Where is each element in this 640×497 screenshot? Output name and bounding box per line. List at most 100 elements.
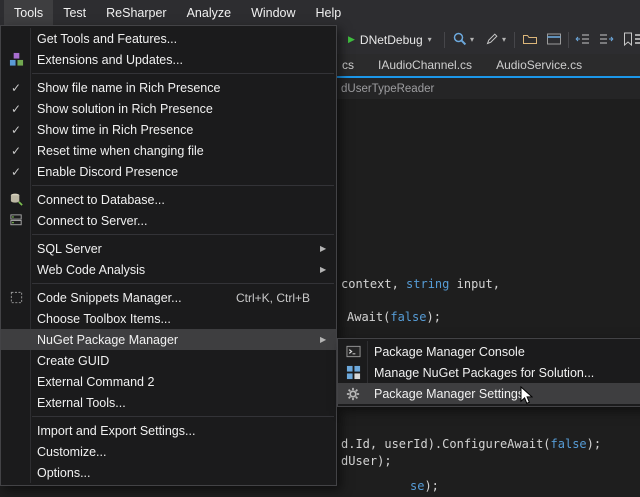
menu-item-label: Get Tools and Features...	[31, 32, 336, 46]
toolbar-separator	[444, 32, 445, 48]
code-token-keyword: string	[406, 277, 449, 291]
breadcrumb-type-name: dUserTypeReader	[341, 83, 434, 95]
menu-gutter	[338, 344, 368, 359]
menu-separator	[32, 234, 334, 235]
check-icon: ✓	[11, 144, 21, 158]
menu-item-label: External Tools...	[31, 396, 336, 410]
menu-gutter	[338, 365, 368, 380]
menu-item-package-manager-console[interactable]: Package Manager Console	[338, 341, 640, 362]
edit-pencil-icon[interactable]	[484, 31, 500, 47]
menu-item-label: Options...	[31, 466, 336, 480]
menu-item-package-manager-settings[interactable]: Package Manager Settings	[338, 383, 640, 404]
menu-item-label: External Command 2	[31, 375, 336, 389]
gear-icon	[346, 387, 360, 401]
menu-gutter	[1, 290, 31, 305]
menu-item-connect-to-server[interactable]: Connect to Server...	[1, 210, 336, 231]
menubar-test[interactable]: Test	[53, 0, 96, 25]
play-icon: ▶	[348, 34, 355, 45]
menu-item-label: Show time in Rich Presence	[31, 123, 336, 137]
menu-item-label: Import and Export Settings...	[31, 424, 336, 438]
menu-item-label: Enable Discord Presence	[31, 165, 336, 179]
nuget-submenu-popup: Package Manager Console Manage NuGet Pac…	[337, 338, 640, 407]
menu-item-label: Create GUID	[31, 354, 336, 368]
toolbar-separator	[568, 32, 569, 48]
menu-gutter	[338, 387, 368, 401]
tab-iaudiochannel[interactable]: IAudioChannel.cs	[366, 54, 484, 76]
check-icon: ✓	[11, 123, 21, 137]
open-folder-icon[interactable]	[522, 31, 538, 47]
code-token: context,	[341, 277, 406, 291]
list-indent-right-icon[interactable]	[598, 31, 614, 47]
menu-item-sql-server[interactable]: SQL Server▶	[1, 238, 336, 259]
mouse-cursor	[520, 386, 533, 408]
code-token: input,	[449, 277, 500, 291]
code-line: Await(false);	[347, 310, 441, 325]
menu-item-web-code-analysis[interactable]: Web Code Analysis▶	[1, 259, 336, 280]
menu-item-options[interactable]: Options...	[1, 462, 336, 483]
code-token: );	[426, 310, 440, 324]
menu-item-shortcut: Ctrl+K, Ctrl+B	[236, 291, 310, 305]
menu-item-import-and-export-settings[interactable]: Import and Export Settings...	[1, 420, 336, 441]
menu-item-label: Web Code Analysis	[31, 263, 320, 277]
code-token: );	[587, 437, 601, 451]
menu-item-reset-time-when-changing-file[interactable]: ✓ Reset time when changing file	[1, 140, 336, 161]
menu-separator	[32, 416, 334, 417]
menu-gutter: ✓	[1, 123, 31, 137]
menu-item-connect-to-database[interactable]: Connect to Database...	[1, 189, 336, 210]
chevron-down-icon: ▾	[428, 35, 432, 44]
window-panel-icon[interactable]	[546, 31, 562, 47]
menu-item-label: Package Manager Settings	[368, 387, 640, 401]
menu-item-enable-discord-presence[interactable]: ✓Enable Discord Presence	[1, 161, 336, 182]
chevron-down-icon[interactable]: ▾	[502, 35, 506, 44]
code-line: dUser);	[341, 454, 392, 469]
list-indent-left-icon[interactable]	[575, 31, 591, 47]
menubar-help[interactable]: Help	[306, 0, 352, 25]
menu-gutter: ✓	[1, 102, 31, 116]
menu-item-get-tools-and-features[interactable]: Get Tools and Features...	[1, 28, 336, 49]
menu-separator	[32, 283, 334, 284]
menu-item-choose-toolbox-items[interactable]: Choose Toolbox Items...	[1, 308, 336, 329]
menu-item-extensions-and-updates[interactable]: Extensions and Updates...	[1, 49, 336, 70]
menu-item-label: Reset time when changing file	[31, 144, 336, 158]
check-icon: ✓	[11, 102, 21, 116]
menu-item-show-file-name-rich-presence[interactable]: ✓Show file name in Rich Presence	[1, 77, 336, 98]
menu-separator	[32, 185, 334, 186]
menu-gutter	[1, 52, 31, 67]
menu-item-show-solution-rich-presence[interactable]: ✓ Show solution in Rich Presence	[1, 98, 336, 119]
menu-item-label: Connect to Database...	[31, 193, 336, 207]
menu-separator	[32, 73, 334, 74]
chevron-down-icon[interactable]: ▾	[470, 35, 474, 44]
menubar-window[interactable]: Window	[241, 0, 305, 25]
menu-item-code-snippets-manager[interactable]: Code Snippets Manager...Ctrl+K, Ctrl+B	[1, 287, 336, 308]
submenu-arrow-icon: ▶	[320, 335, 336, 344]
menu-item-nuget-package-manager[interactable]: NuGet Package Manager▶	[1, 329, 336, 350]
menu-item-customize[interactable]: Customize...	[1, 441, 336, 462]
code-token-keyword: se	[410, 479, 424, 493]
menu-item-label: Customize...	[31, 445, 336, 459]
code-token: );	[424, 479, 438, 493]
menu-item-external-command-2[interactable]: External Command 2	[1, 371, 336, 392]
menu-item-external-tools[interactable]: External Tools...	[1, 392, 336, 413]
menu-item-create-guid[interactable]: Create GUID	[1, 350, 336, 371]
debug-run-button[interactable]: ▶ DNetDebug ▾	[343, 29, 437, 50]
menubar-analyze[interactable]: Analyze	[177, 0, 241, 25]
find-icon[interactable]	[452, 31, 468, 47]
menubar-resharper[interactable]: ReSharper	[96, 0, 176, 25]
code-token: Await(	[347, 310, 390, 324]
extensions-icon	[9, 52, 24, 67]
tab-audioservice[interactable]: AudioService.cs	[484, 54, 594, 76]
debug-target-label: DNetDebug	[360, 33, 423, 47]
menu-item-label: Show solution in Rich Presence	[31, 102, 336, 116]
server-icon	[9, 213, 24, 228]
menubar-tools[interactable]: Tools	[4, 0, 53, 25]
menu-item-show-time-rich-presence[interactable]: ✓ Show time in Rich Presence	[1, 119, 336, 140]
toolbar-separator	[514, 32, 515, 48]
code-token: d.Id, userId).ConfigureAwait(	[341, 437, 551, 451]
menu-lines-icon[interactable]	[633, 31, 640, 47]
menu-bar: Tools Test ReSharper Analyze Window Help	[0, 0, 640, 25]
packages-icon	[346, 365, 361, 380]
code-token-keyword: false	[390, 310, 426, 324]
menu-item-manage-nuget-packages-for-solution[interactable]: Manage NuGet Packages for Solution...	[338, 362, 640, 383]
menu-item-label: Package Manager Console	[368, 345, 640, 359]
menu-item-label: Code Snippets Manager...	[31, 291, 236, 305]
